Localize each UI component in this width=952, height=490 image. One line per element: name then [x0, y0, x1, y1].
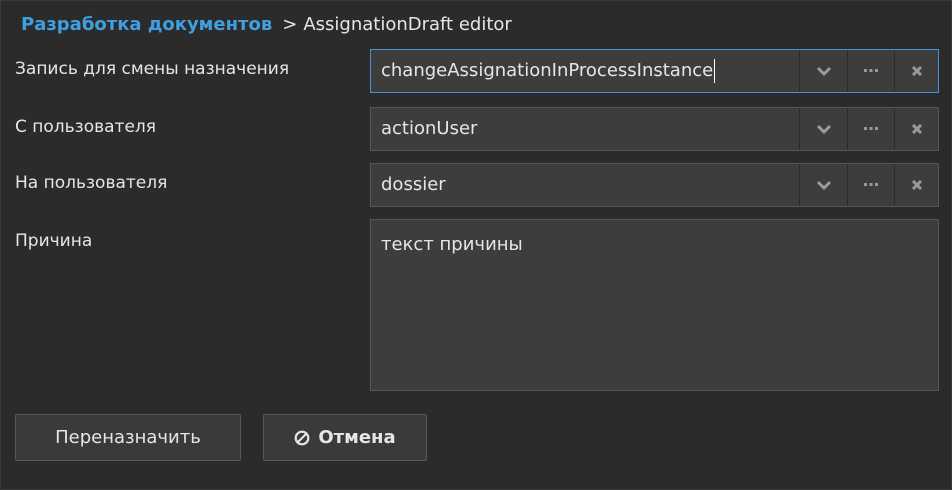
close-icon: [911, 179, 923, 191]
reason-label: Причина: [15, 231, 93, 251]
ellipsis-icon: [864, 127, 878, 131]
breadcrumb-link[interactable]: Разработка документов: [21, 14, 272, 35]
reassign-button[interactable]: Переназначить: [15, 414, 241, 461]
close-icon: [911, 65, 923, 77]
reason-textarea[interactable]: текст причины: [370, 219, 939, 391]
cancel-icon: [294, 430, 310, 446]
editor-window: Разработка документов > AssignationDraft e…: [0, 0, 952, 490]
chevron-down-icon: [816, 124, 832, 134]
from-user-input[interactable]: actionUser: [371, 108, 799, 150]
breadcrumb: Разработка документов > AssignationDraft e…: [21, 13, 512, 37]
from-user-clear-button[interactable]: [894, 108, 938, 150]
record-more-button[interactable]: [847, 50, 894, 92]
breadcrumb-separator: >: [282, 14, 298, 35]
breadcrumb-current: AssignationDraft editor: [303, 14, 512, 35]
cancel-button[interactable]: Отмена: [263, 414, 427, 461]
to-user-clear-button[interactable]: [894, 164, 938, 206]
ellipsis-icon: [864, 183, 878, 187]
cancel-button-label: Отмена: [318, 427, 396, 448]
to-user-label: На пользователя: [15, 173, 168, 193]
close-icon: [911, 123, 923, 135]
from-user-label: С пользователя: [15, 117, 157, 137]
ellipsis-icon: [864, 69, 878, 73]
chevron-down-icon: [816, 180, 832, 190]
to-user-dropdown-button[interactable]: [799, 164, 847, 206]
record-label: Запись для смены назначения: [15, 59, 290, 79]
from-user-field[interactable]: actionUser: [370, 107, 939, 151]
record-field[interactable]: changeAssignationInProcessInstance: [370, 49, 939, 93]
to-user-input[interactable]: dossier: [371, 164, 799, 206]
record-clear-button[interactable]: [894, 50, 938, 92]
to-user-field[interactable]: dossier: [370, 163, 939, 207]
from-user-more-button[interactable]: [847, 108, 894, 150]
record-dropdown-button[interactable]: [799, 50, 847, 92]
record-input[interactable]: changeAssignationInProcessInstance: [371, 50, 799, 92]
chevron-down-icon: [816, 66, 832, 76]
to-user-more-button[interactable]: [847, 164, 894, 206]
from-user-dropdown-button[interactable]: [799, 108, 847, 150]
